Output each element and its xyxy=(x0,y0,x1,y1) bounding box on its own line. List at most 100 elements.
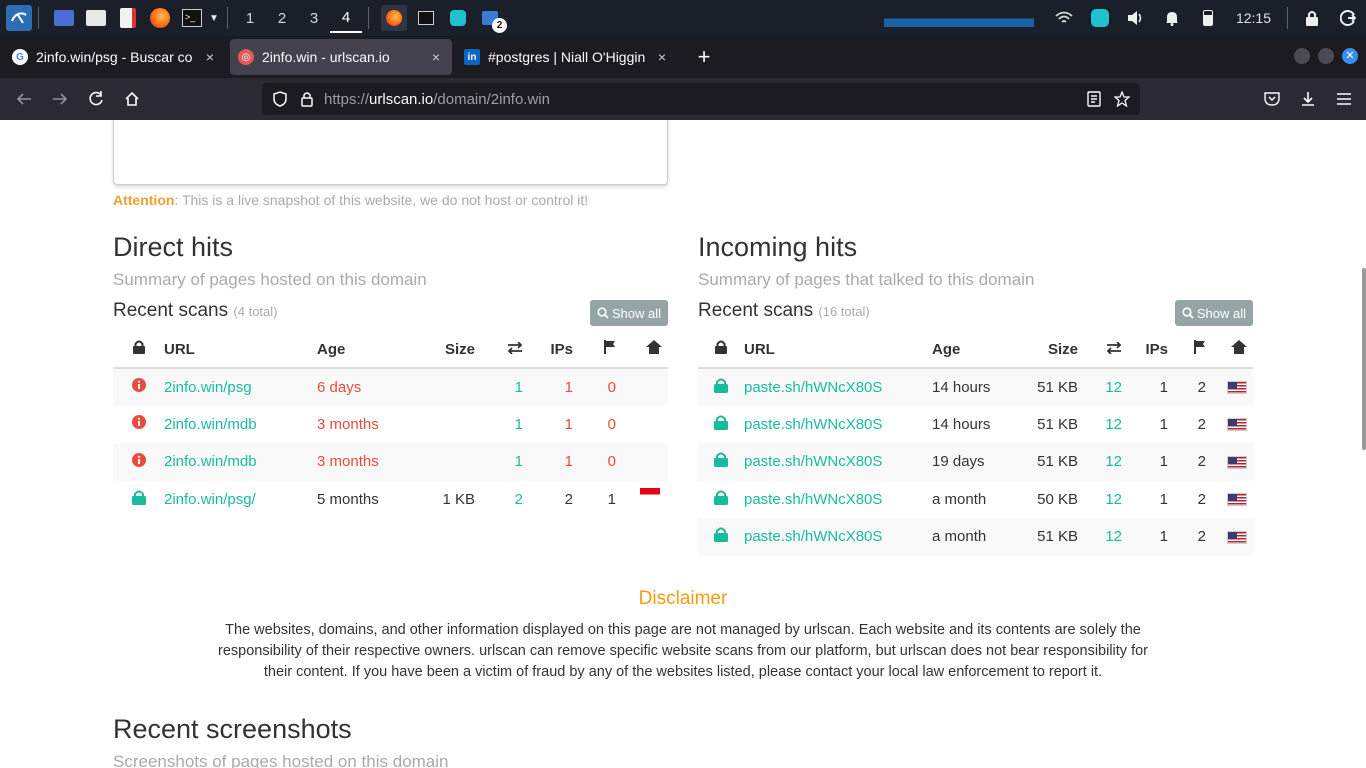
scan-url-link[interactable]: paste.sh/hWNcX80S xyxy=(744,491,882,508)
scan-url-link[interactable]: paste.sh/hWNcX80S xyxy=(744,528,882,545)
scan-url-link[interactable]: 2info.win/psg xyxy=(164,379,252,396)
file-manager-icon[interactable] xyxy=(83,5,109,31)
notification-bell-icon[interactable] xyxy=(1162,8,1182,28)
table-row: paste.sh/hWNcX80S a month 50 KB 12 1 2 xyxy=(698,481,1253,519)
countries-cell: 0 xyxy=(573,443,616,481)
info-icon xyxy=(113,406,164,444)
scan-url-link[interactable]: 2info.win/mdb xyxy=(164,416,257,433)
table-row: paste.sh/hWNcX80S a month 51 KB 12 1 2 xyxy=(698,518,1253,556)
table-row: paste.sh/hWNcX80S 14 hours 51 KB 12 1 2 xyxy=(698,368,1253,406)
flag-cell xyxy=(616,368,668,406)
age-cell: a month xyxy=(932,518,1010,556)
tab-title: #postgres | Niall O'Higgin xyxy=(488,49,646,65)
logout-icon[interactable] xyxy=(1338,8,1358,28)
close-tab-icon[interactable]: × xyxy=(428,49,444,65)
age-cell: 14 hours xyxy=(932,368,1010,406)
lock-header-icon xyxy=(698,331,744,369)
flag-cell xyxy=(616,443,668,481)
text-editor-icon[interactable] xyxy=(115,5,141,31)
countries-cell: 1 xyxy=(607,490,616,508)
kali-menu-icon[interactable] xyxy=(6,5,32,31)
workspace-4[interactable]: 4 xyxy=(330,3,362,33)
bookmark-star-icon[interactable] xyxy=(1114,91,1130,107)
tab-google-search[interactable]: G 2info.win/psg - Buscar co × xyxy=(4,39,226,75)
size-header: Size xyxy=(417,331,475,369)
close-tab-icon[interactable]: × xyxy=(654,49,670,65)
firefox-icon[interactable] xyxy=(147,5,173,31)
workspace-1[interactable]: 1 xyxy=(234,10,266,27)
terminal-icon[interactable]: >_ xyxy=(179,5,205,31)
incoming-hits-subtitle: Summary of pages that talked to this dom… xyxy=(698,270,1035,289)
window-count-badge: 2 xyxy=(492,18,507,33)
table-row: paste.sh/hWNcX80S 14 hours 51 KB 12 1 2 xyxy=(698,406,1253,444)
show-all-button[interactable]: Show all xyxy=(1174,300,1253,326)
live-snapshot-frame xyxy=(113,120,668,185)
ips-cell: 2 xyxy=(564,490,573,508)
downloads-icon[interactable] xyxy=(1290,83,1326,115)
reader-view-icon[interactable] xyxy=(1086,91,1102,107)
transfers-header-icon xyxy=(475,331,523,369)
new-tab-button[interactable]: + xyxy=(692,44,716,70)
table-row: 2info.win/psg/5 months 1 KB 2 2 1 xyxy=(113,481,668,519)
wifi-icon[interactable] xyxy=(1054,8,1074,28)
scan-url-link[interactable]: paste.sh/hWNcX80S xyxy=(744,453,882,470)
ips-cell: 1 xyxy=(1159,490,1168,508)
volume-icon[interactable] xyxy=(1126,8,1146,28)
scan-url-link[interactable]: 2info.win/psg/ xyxy=(164,491,256,508)
back-button[interactable] xyxy=(6,83,42,115)
app-group-icon[interactable]: 2 xyxy=(477,5,507,33)
table-header-row: URL Age Size IPs xyxy=(113,331,668,369)
url-cell: 2info.win/psg xyxy=(164,368,317,406)
transfers-cell: 12 xyxy=(1078,443,1122,481)
url-cell: 2info.win/mdb xyxy=(164,406,317,444)
chevron-down-icon[interactable]: ▼ xyxy=(207,5,221,31)
maximize-button[interactable] xyxy=(1318,48,1334,64)
window-controls: ✕ xyxy=(1294,48,1358,64)
google-icon: G xyxy=(12,49,28,65)
reload-button[interactable] xyxy=(78,83,114,115)
surfshark-icon[interactable] xyxy=(1090,8,1110,28)
terminal-window-icon[interactable] xyxy=(413,5,439,31)
countries-cell: 0 xyxy=(607,415,616,433)
desktop-icon[interactable] xyxy=(51,5,77,31)
clock[interactable]: 12:15 xyxy=(1236,10,1271,26)
battery-icon[interactable] xyxy=(1198,8,1218,28)
direct-hits-subtitle: Summary of pages hosted on this domain xyxy=(113,270,427,289)
transfers-cell: 12 xyxy=(1078,368,1122,406)
ips-cell: 1 xyxy=(1122,443,1168,481)
workspace-2[interactable]: 2 xyxy=(266,10,298,27)
age-cell: 6 days xyxy=(317,368,417,406)
minimize-button[interactable] xyxy=(1294,48,1310,64)
info-icon xyxy=(113,443,164,481)
scan-url-link[interactable]: 2info.win/mdb xyxy=(164,453,257,470)
url-cell: paste.sh/hWNcX80S xyxy=(744,368,932,406)
home-button[interactable] xyxy=(114,83,150,115)
scan-url-link[interactable]: paste.sh/hWNcX80S xyxy=(744,379,882,396)
size-cell: 50 KB xyxy=(1037,490,1078,508)
disclaimer-text: The websites, domains, and other informa… xyxy=(217,622,1149,680)
close-window-button[interactable]: ✕ xyxy=(1342,48,1358,64)
workspace-3[interactable]: 3 xyxy=(298,10,330,27)
firefox-window-icon[interactable] xyxy=(381,5,407,31)
network-graph xyxy=(883,9,1034,27)
scan-url-link[interactable]: paste.sh/hWNcX80S xyxy=(744,416,882,433)
show-all-button[interactable]: Show all xyxy=(589,300,668,326)
address-bar[interactable]: https://urlscan.io/domain/2info.win xyxy=(262,83,1140,115)
tab-title: 2info.win - urlscan.io xyxy=(262,49,390,65)
lock-icon[interactable] xyxy=(300,91,314,107)
recent-scans-heading: Recent scans (16 total) xyxy=(698,300,870,321)
hamburger-menu-icon[interactable] xyxy=(1326,83,1362,115)
page-scrollbar[interactable] xyxy=(1362,268,1366,450)
transfers-cell: 1 xyxy=(514,415,523,433)
tab-urlscan[interactable]: ◎ 2info.win - urlscan.io × xyxy=(230,39,452,75)
tab-linkedin[interactable]: in #postgres | Niall O'Higgin × xyxy=(456,39,678,75)
table-row: paste.sh/hWNcX80S 19 days 51 KB 12 1 2 xyxy=(698,443,1253,481)
close-tab-icon[interactable]: × xyxy=(202,49,218,65)
direct-scans-table: URL Age Size IPs 2info.win/psg 6 days 1 1 0 2… xyxy=(113,331,668,518)
tracking-protection-shield-icon[interactable] xyxy=(272,91,288,107)
ips-cell: 1 xyxy=(564,415,573,433)
forward-button[interactable] xyxy=(42,83,78,115)
pocket-icon[interactable] xyxy=(1254,83,1290,115)
lock-screen-icon[interactable] xyxy=(1302,8,1322,28)
surfshark-window-icon[interactable] xyxy=(445,5,471,31)
